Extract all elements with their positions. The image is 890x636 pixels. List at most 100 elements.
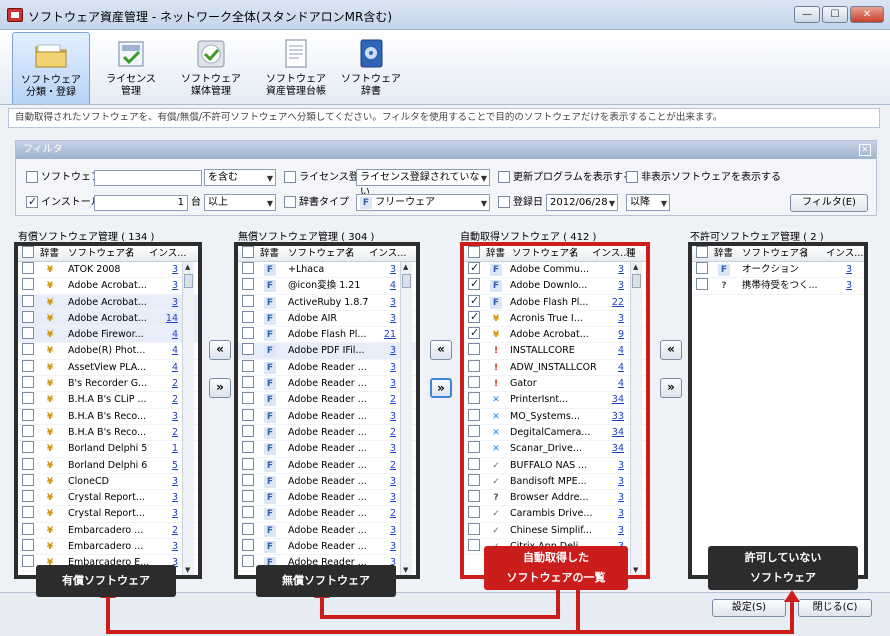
- list-item[interactable]: F Adobe Reader ... 2: [238, 506, 416, 523]
- list-item[interactable]: ¥ Embarcadero ... 2: [18, 522, 198, 540]
- install-count-link[interactable]: 3: [164, 490, 178, 506]
- install-count-link[interactable]: 3: [382, 360, 396, 376]
- tool-media[interactable]: ソフトウェア 媒体管理: [172, 32, 250, 104]
- list-item[interactable]: ¥ Borland Delphi 5 1: [18, 441, 198, 458]
- install-count-link[interactable]: 3: [164, 278, 178, 294]
- col-extra[interactable]: 種: [626, 246, 636, 261]
- install-count-link[interactable]: 3: [382, 311, 396, 327]
- list-item[interactable]: ¥ Embarcadero ... 3: [18, 539, 198, 556]
- move-right-button[interactable]: »: [660, 378, 682, 398]
- date-filter[interactable]: 登録日: [498, 195, 543, 211]
- install-count-link[interactable]: 3: [382, 490, 396, 506]
- install-count-link[interactable]: 2: [382, 392, 396, 408]
- list-item[interactable]: ¥ Crystal Report... 3: [18, 506, 198, 523]
- list-item[interactable]: ✓ Carambis Drive... 3: [464, 506, 646, 523]
- list-item[interactable]: F Adobe Reader ... 3: [238, 408, 416, 425]
- list-item[interactable]: F Adobe Reader ... 3: [238, 473, 416, 491]
- install-count-link[interactable]: 3: [382, 539, 396, 555]
- install-count-link[interactable]: 3: [610, 311, 624, 327]
- list-item[interactable]: ¥ Adobe Acrobat... 14: [18, 310, 198, 328]
- install-count-link[interactable]: 4: [610, 343, 624, 359]
- scroll-thumb[interactable]: [632, 274, 641, 288]
- list-item[interactable]: F Adobe Reader ... 3: [238, 490, 416, 507]
- list-item[interactable]: F Adobe Reader ... 3: [238, 359, 416, 377]
- install-count-link[interactable]: 3: [382, 295, 396, 311]
- list-item[interactable]: ¥ Adobe Acrobat... 3: [18, 294, 198, 311]
- install-count-link[interactable]: 3: [838, 278, 852, 294]
- move-left-button[interactable]: «: [209, 340, 231, 360]
- list-item[interactable]: ¥ B.H.A B's CLiP ... 2: [18, 392, 198, 409]
- install-count-link[interactable]: 3: [164, 474, 178, 490]
- install-count-link[interactable]: 3: [382, 474, 396, 490]
- install-count-input[interactable]: 1: [94, 195, 188, 211]
- col-install[interactable]: インス...: [369, 246, 406, 261]
- date-mode-select[interactable]: 以降 ▼: [626, 194, 670, 211]
- list-item[interactable]: ¥ Adobe Acrobat... 3: [18, 278, 198, 295]
- move-right-button[interactable]: »: [430, 378, 452, 398]
- install-count-link[interactable]: 33: [610, 409, 624, 425]
- list-item[interactable]: F Adobe Commu... 3: [464, 260, 646, 279]
- install-count-link[interactable]: 3: [610, 506, 624, 522]
- list-item[interactable]: ¥ B.H.A B's Reco... 3: [18, 408, 198, 425]
- install-count-link[interactable]: 22: [610, 295, 624, 311]
- install-count-link[interactable]: 2: [164, 425, 178, 441]
- install-count-link[interactable]: 4: [164, 360, 178, 376]
- col-dict[interactable]: 辞書: [714, 246, 733, 261]
- list-item[interactable]: ! Gator 4: [464, 376, 646, 393]
- install-count-link[interactable]: 3: [164, 539, 178, 555]
- install-count-link[interactable]: 3: [610, 474, 624, 490]
- scroll-up-icon[interactable]: ▲: [403, 263, 408, 271]
- install-count-link[interactable]: 3: [610, 490, 624, 506]
- list-item[interactable]: ? 携帯待受をつく... 3: [692, 278, 864, 295]
- list-item[interactable]: F Adobe Reader ... 3: [238, 376, 416, 393]
- update-filter[interactable]: 更新プログラムを表示する: [498, 170, 633, 186]
- install-count-link[interactable]: 2: [164, 523, 178, 539]
- list-item[interactable]: ✕ Scanar_Drive... 34: [464, 441, 646, 458]
- maximize-button[interactable]: ☐: [822, 6, 848, 23]
- col-name[interactable]: ソフトウェア名: [68, 246, 135, 261]
- list-item[interactable]: ? Browser Addre... 3: [464, 490, 646, 507]
- move-right-button[interactable]: »: [209, 378, 231, 398]
- install-count-link[interactable]: 34: [610, 441, 624, 457]
- install-count-link[interactable]: 2: [382, 425, 396, 441]
- col-dict[interactable]: 辞書: [40, 246, 59, 261]
- install-count-link[interactable]: 3: [382, 523, 396, 539]
- install-count-link[interactable]: 3: [382, 441, 396, 457]
- list-item[interactable]: ! INSTALLCORE 4: [464, 343, 646, 360]
- list-item[interactable]: ✕ DegitalCamera... 34: [464, 424, 646, 442]
- scroll-up-icon[interactable]: ▲: [633, 263, 638, 271]
- install-count-link[interactable]: 4: [164, 343, 178, 359]
- auto-scrollbar[interactable]: ▲ ▼: [630, 262, 642, 575]
- list-item[interactable]: F Adobe Reader ... 3: [238, 522, 416, 540]
- list-item[interactable]: ¥ Adobe(R) Phot... 4: [18, 343, 198, 360]
- col-name[interactable]: ソフトウェア名: [288, 246, 355, 261]
- col-name[interactable]: ソフトウェア名: [742, 246, 809, 261]
- paid-scrollbar[interactable]: ▲ ▼: [182, 262, 194, 575]
- install-count-link[interactable]: 3: [382, 409, 396, 425]
- sw-name-mode-select[interactable]: を含む ▼: [204, 169, 276, 186]
- install-count-link[interactable]: 3: [164, 295, 178, 311]
- scroll-down-icon[interactable]: ▼: [403, 566, 408, 574]
- list-item[interactable]: F Adobe Reader ... 2: [238, 392, 416, 409]
- close-window-button[interactable]: ✕: [850, 6, 884, 23]
- list-item[interactable]: ¥ Borland Delphi 6 5: [18, 457, 198, 474]
- col-dict[interactable]: 辞書: [260, 246, 279, 261]
- col-install[interactable]: インス...: [592, 246, 629, 261]
- list-item[interactable]: ✓ Chinese Simplif... 3: [464, 522, 646, 540]
- free-scrollbar[interactable]: ▲ ▼: [400, 262, 412, 575]
- install-checkbox[interactable]: [26, 194, 38, 210]
- settings-button[interactable]: 設定(S): [712, 599, 786, 617]
- install-count-link[interactable]: 3: [382, 343, 396, 359]
- list-item[interactable]: F Adobe Reader ... 3: [238, 539, 416, 556]
- tool-dictionary[interactable]: ソフトウェア 辞書: [332, 32, 410, 104]
- list-item[interactable]: ✓ BUFFALO NAS ... 3: [464, 457, 646, 474]
- install-count-link[interactable]: 34: [610, 425, 624, 441]
- list-item[interactable]: F Adobe Flash Pl... 22: [464, 293, 646, 311]
- list-item[interactable]: ¥ AssetView PLA... 4: [18, 359, 198, 377]
- install-count-link[interactable]: 3: [382, 376, 396, 392]
- license-select[interactable]: ライセンス登録されていない ▼: [356, 169, 490, 198]
- list-item[interactable]: F Adobe Reader ... 2: [238, 457, 416, 474]
- install-count-link[interactable]: 3: [610, 278, 624, 294]
- list-item[interactable]: ✕ MO_Systems... 33: [464, 408, 646, 425]
- date-picker[interactable]: 2012/06/28 ▼: [546, 194, 618, 211]
